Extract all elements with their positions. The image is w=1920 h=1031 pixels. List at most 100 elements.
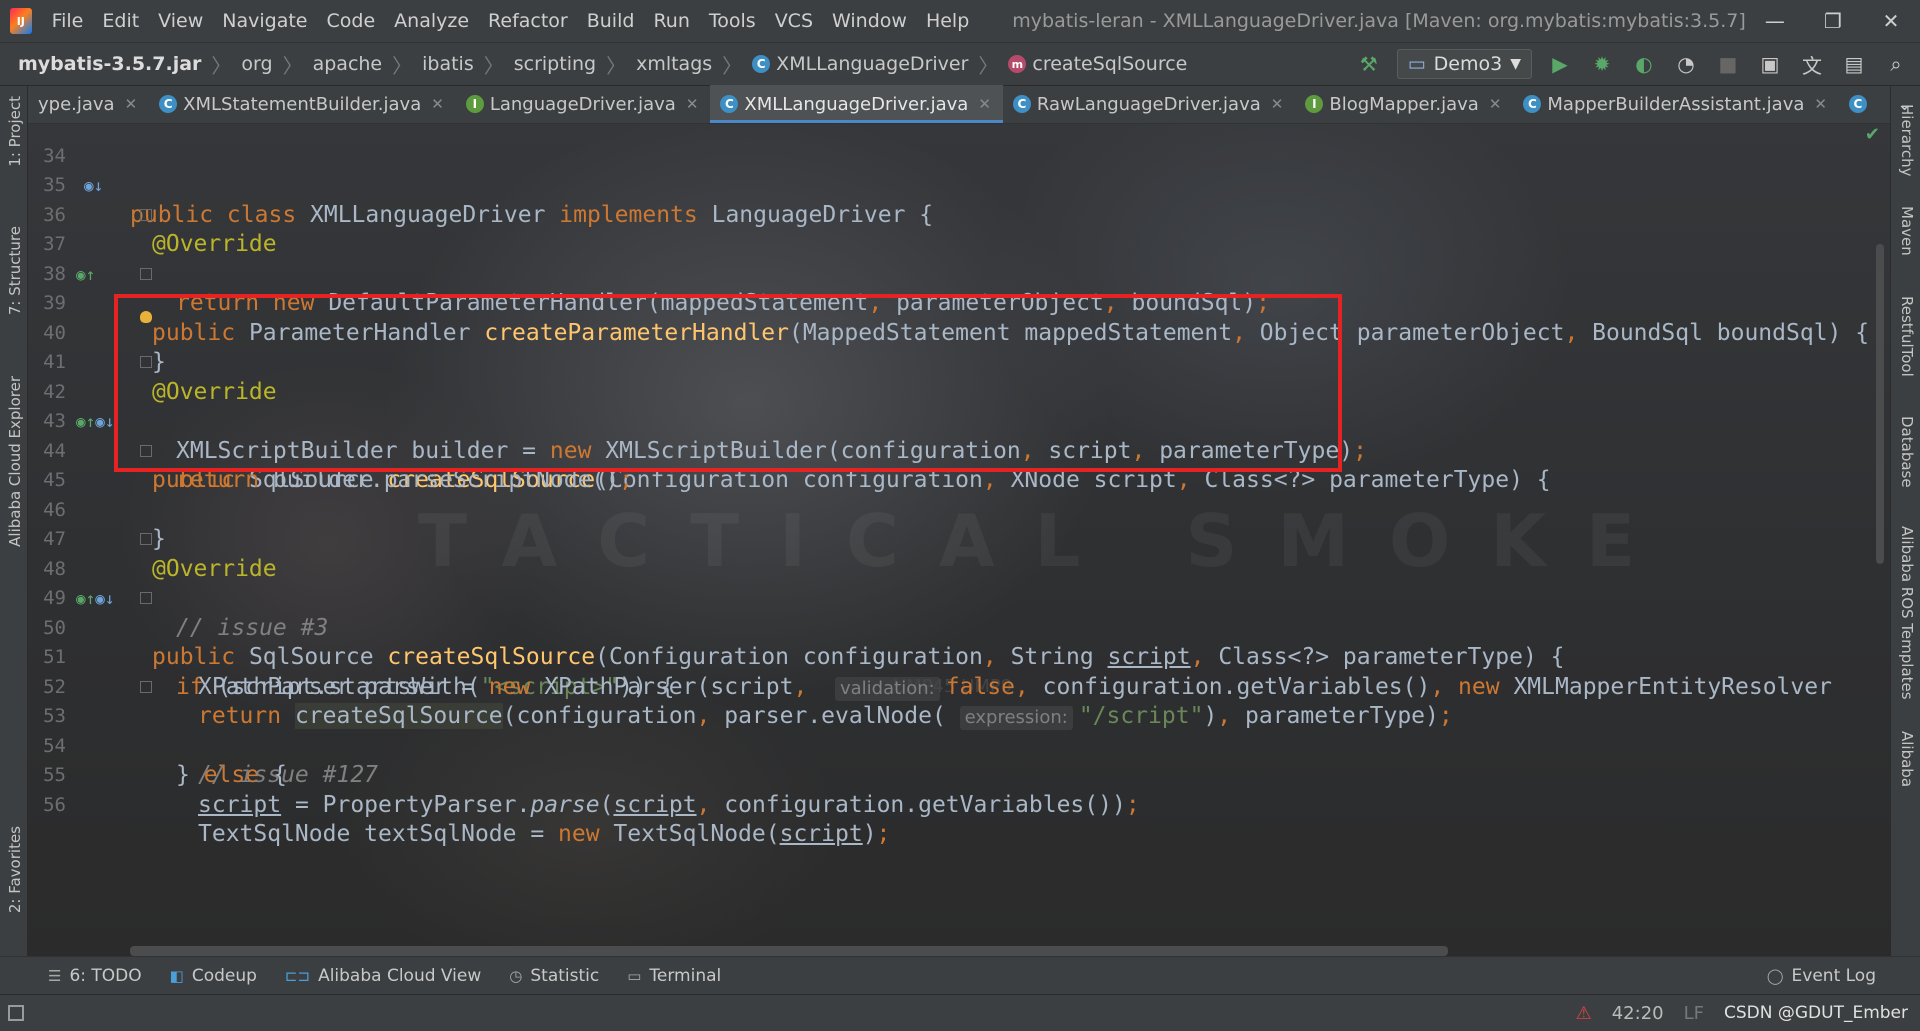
fold-marker-icon[interactable] (140, 444, 152, 457)
csdn-watermark: CSDN @GDUT_Ember (1723, 1003, 1908, 1023)
code-line: 56 TextSqlNode textSqlNode = new TextSql… (28, 761, 1890, 848)
menu-code[interactable]: Code (327, 10, 376, 32)
search-everywhere-icon[interactable]: ⌕ (1882, 50, 1910, 78)
tab-label: ype.java (38, 93, 115, 115)
close-icon[interactable]: ✕ (1814, 95, 1827, 113)
translate-icon[interactable]: 文 (1798, 50, 1826, 78)
tab-list-chevron-icon[interactable]: ⌄ (1885, 85, 1920, 123)
code-line: 34 ◉↓ public class XMLLanguageDriver imp… (28, 124, 1890, 228)
tab-type-java[interactable]: ype.java ✕ (28, 85, 149, 123)
toggle-tool-windows-icon[interactable] (8, 1005, 24, 1021)
breadcrumb-method[interactable]: m createSqlSource (1008, 53, 1187, 75)
chevron-right-icon: 〉 (392, 53, 413, 78)
code-line: 38 return new DefaultParameterHandler(ma… (28, 230, 1890, 317)
tool-codeup[interactable]: ◧ Codeup (170, 966, 257, 986)
code-editor[interactable]: TACTICAL SMOKE UMP45 UMP9 ✔ 34 ◉↓ public… (28, 124, 1890, 956)
project-structure-icon[interactable]: ▣ (1756, 50, 1784, 78)
menu-tools[interactable]: Tools (709, 10, 756, 32)
menu-window[interactable]: Window (832, 10, 907, 32)
tool-terminal[interactable]: ▭ Terminal (627, 966, 721, 986)
breadcrumb-org[interactable]: org (241, 53, 272, 75)
tab-rawlanguagedriver[interactable]: C RawLanguageDriver.java ✕ (1003, 85, 1295, 123)
code-line: 36 @Override (28, 171, 1890, 258)
breadcrumb-scripting[interactable]: scripting (514, 53, 596, 75)
menu-edit[interactable]: Edit (102, 10, 139, 32)
fold-marker-icon[interactable] (140, 533, 152, 545)
tab-xmlstatementbuilder[interactable]: C XMLStatementBuilder.java ✕ (149, 85, 456, 123)
tool-alibaba[interactable]: Alibaba (1898, 731, 1916, 787)
tab-label: BlogMapper.java (1329, 93, 1479, 115)
tool-database[interactable]: Database (1898, 416, 1916, 488)
lightbulb-icon[interactable] (140, 311, 152, 323)
tool-event-log[interactable]: ◯ Event Log (1767, 966, 1876, 986)
minimize-button[interactable]: — (1746, 9, 1804, 33)
close-icon[interactable]: ✕ (1271, 95, 1284, 113)
method-icon: m (1008, 55, 1027, 73)
error-indicator-icon[interactable]: ⚠ (1576, 1003, 1592, 1024)
class-icon: C (1523, 95, 1542, 113)
restore-button[interactable]: ❐ (1804, 9, 1862, 33)
vertical-scrollbar[interactable] (1876, 244, 1884, 564)
breadcrumb-jar[interactable]: mybatis-3.5.7.jar (18, 53, 201, 75)
left-tool-window-strip: 1: Project 7: Structure Alibaba Cloud Ex… (0, 86, 28, 956)
editor-tab-bar: ype.java ✕ C XMLStatementBuilder.java ✕ … (28, 85, 1912, 124)
line-separator[interactable]: LF (1684, 1003, 1704, 1024)
menu-analyze[interactable]: Analyze (394, 10, 469, 32)
fold-marker-icon[interactable] (140, 592, 152, 604)
run-configuration-select[interactable]: ▭ Demo3 ▼ (1396, 49, 1532, 79)
fold-marker-icon[interactable] (140, 208, 152, 221)
close-window-button[interactable]: ✕ (1862, 9, 1920, 33)
code-line: 54 // issue #127 (28, 702, 1890, 789)
tab-overflow[interactable]: C (1839, 85, 1885, 123)
tab-mapperbuilderassistant[interactable]: C MapperBuilderAssistant.java ✕ (1513, 85, 1839, 123)
tab-languagedriver[interactable]: I LanguageDriver.java ✕ (456, 85, 711, 123)
menu-refactor[interactable]: Refactor (488, 10, 568, 32)
profiler-icon[interactable]: ◔ (1672, 50, 1700, 78)
code-line: 43 XMLScriptBuilder builder = new XMLScr… (28, 378, 1890, 464)
tool-alibaba-ros-templates[interactable]: Alibaba ROS Templates (1898, 526, 1916, 700)
tool-structure[interactable]: 7: Structure (6, 226, 24, 315)
tool-todo[interactable]: ☰ 6: TODO (48, 966, 142, 986)
menu-run[interactable]: Run (653, 10, 689, 32)
debug-bug-icon[interactable]: ✹ (1588, 50, 1616, 78)
horizontal-scrollbar[interactable] (130, 946, 1448, 956)
tool-project[interactable]: 1: Project (6, 96, 24, 167)
menu-file[interactable]: File (52, 10, 84, 32)
tool-alibaba-cloud-explorer[interactable]: Alibaba Cloud Explorer (6, 376, 24, 547)
chevron-right-icon: 〉 (978, 53, 999, 78)
menu-navigate[interactable]: Navigate (222, 10, 307, 32)
close-icon[interactable]: ✕ (686, 95, 699, 113)
alibaba-cloud-icon: ⊏⊐ (284, 966, 311, 985)
presentation-icon[interactable]: ▤ (1840, 50, 1868, 78)
tab-xmllanguagedriver[interactable]: C XMLLanguageDriver.java ✕ (710, 85, 1004, 123)
breadcrumb-xmltags[interactable]: xmltags (636, 53, 712, 75)
menu-view[interactable]: View (158, 10, 203, 32)
tool-restfultool[interactable]: RestfulTool (1898, 296, 1916, 377)
fold-marker-icon[interactable] (140, 267, 152, 280)
breadcrumb-ibatis[interactable]: ibatis (422, 53, 474, 75)
coverage-icon[interactable]: ◐ (1630, 50, 1658, 78)
tool-maven[interactable]: Maven (1898, 206, 1916, 256)
breadcrumb-apache[interactable]: apache (313, 53, 383, 75)
code-line: 44 return builder.parseScriptNode(); (28, 407, 1890, 494)
stop-icon[interactable]: ■ (1714, 50, 1742, 78)
breadcrumb-class[interactable]: C XMLLanguageDriver (752, 53, 968, 75)
build-hammer-icon[interactable]: ⚒ (1355, 50, 1383, 78)
close-icon[interactable]: ✕ (1489, 95, 1502, 113)
menu-build[interactable]: Build (587, 10, 635, 32)
app-config-icon: ▭ (1407, 53, 1426, 75)
close-icon[interactable]: ✕ (431, 95, 444, 113)
fold-marker-icon[interactable] (140, 680, 152, 693)
interface-icon: I (465, 95, 484, 113)
fold-marker-icon[interactable] (140, 356, 152, 368)
menu-vcs[interactable]: VCS (775, 10, 813, 32)
tool-statistic[interactable]: ◷ Statistic (509, 966, 599, 986)
tool-favorites[interactable]: 2: Favorites (6, 826, 24, 913)
menu-help[interactable]: Help (926, 10, 969, 32)
tab-blogmapper[interactable]: I BlogMapper.java ✕ (1295, 85, 1513, 123)
caret-position[interactable]: 42:20 (1612, 1003, 1664, 1024)
close-icon[interactable]: ✕ (125, 95, 138, 113)
tool-alibaba-cloud-view[interactable]: ⊏⊐ Alibaba Cloud View (285, 966, 481, 986)
close-icon[interactable]: ✕ (978, 95, 991, 113)
run-icon[interactable]: ▶ (1546, 50, 1574, 78)
